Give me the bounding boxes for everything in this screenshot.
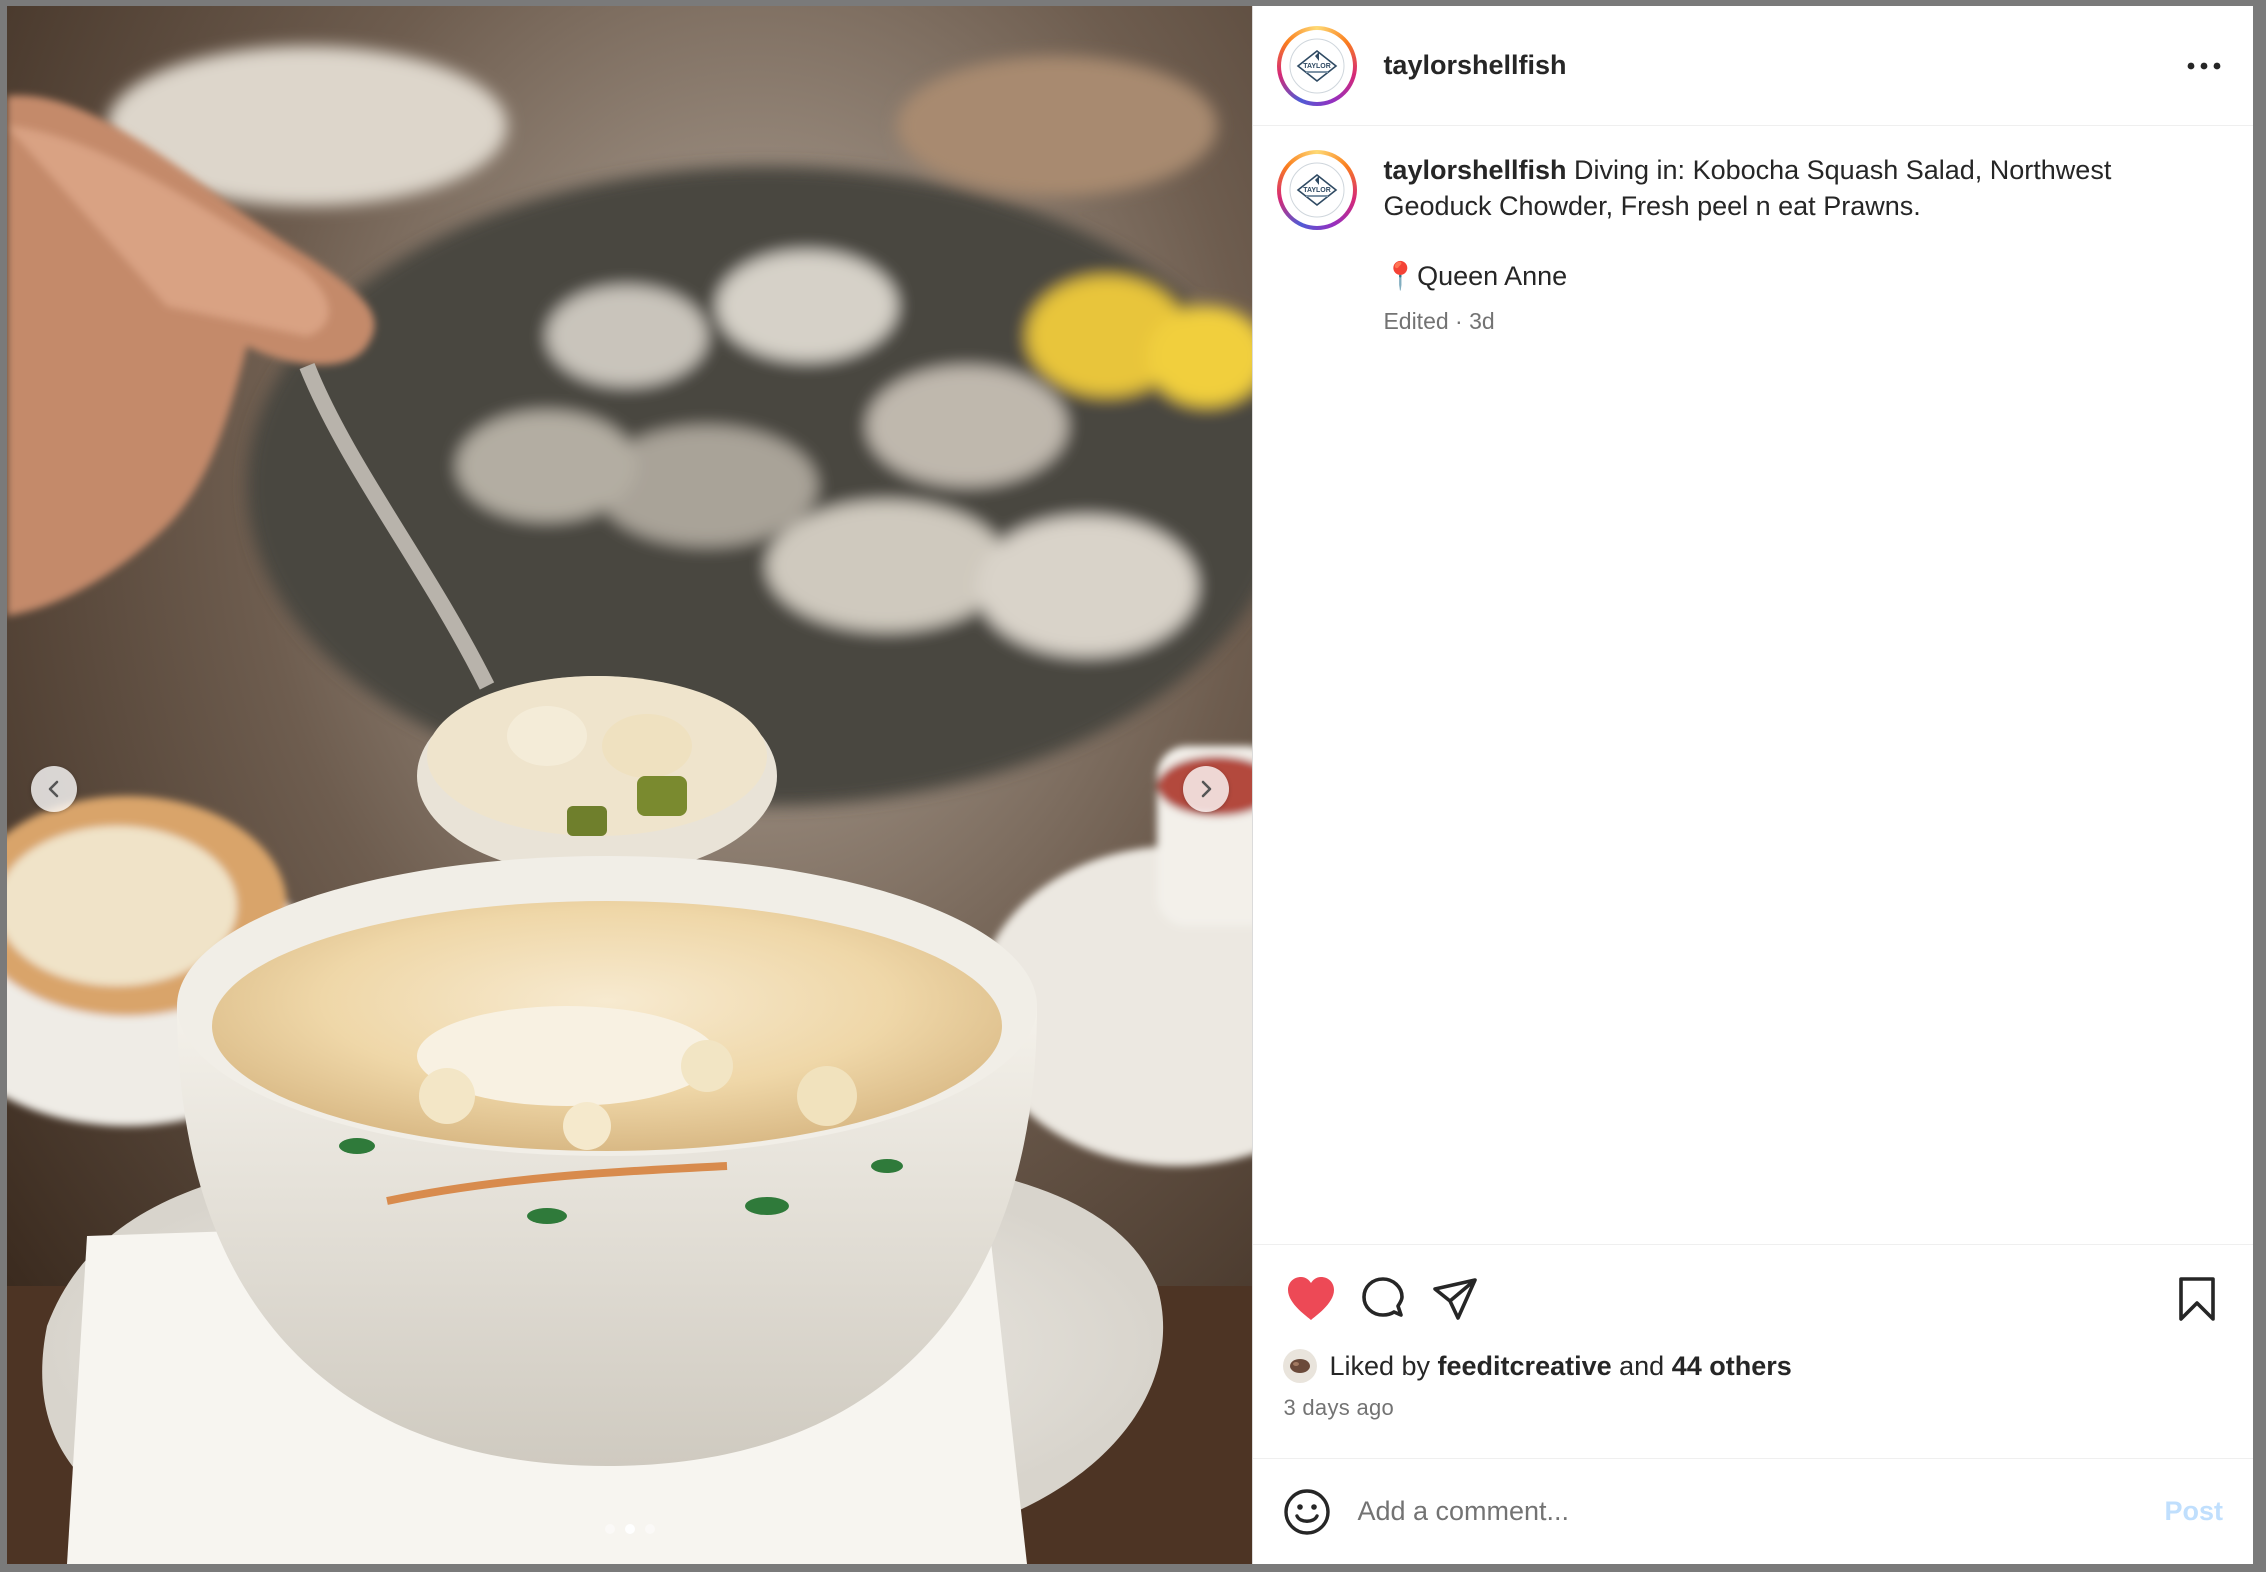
caption-section: TAYLOR taylorshellfish Diving in: Koboch… (1253, 126, 2253, 1244)
more-horizontal-icon (2187, 62, 2221, 69)
more-options-button[interactable] (2179, 41, 2229, 91)
taylor-shellfish-logo: TAYLOR (1289, 162, 1345, 218)
post-photo-chowder (7, 6, 1253, 1564)
share-button[interactable] (1427, 1271, 1483, 1327)
chevron-left-icon (48, 780, 59, 798)
liked-by-prefix: Liked by (1329, 1350, 1431, 1381)
post-dialog: TAYLOR taylorshellfish TAYLOR taylorshel… (7, 6, 2253, 1564)
location-name: Queen Anne (1417, 260, 1568, 291)
post-header: TAYLOR taylorshellfish (1253, 6, 2253, 126)
next-image-button[interactable] (1183, 766, 1229, 812)
emoji-button[interactable] (1283, 1488, 1331, 1536)
taylor-shellfish-logo: TAYLOR (1289, 38, 1345, 93)
actions-section: Liked by feeditcreative and 44 others 3 … (1253, 1244, 2253, 1458)
post-timestamp: 3 days ago (1283, 1395, 1395, 1420)
svg-text:TAYLOR: TAYLOR (1304, 63, 1332, 70)
carousel-dot (645, 1524, 655, 1534)
comment-button[interactable] (1355, 1271, 1411, 1327)
bookmark-icon (2179, 1277, 2215, 1321)
location-pin-icon: 📍 (1383, 261, 1418, 291)
liked-by-user[interactable]: feeditcreative (1438, 1351, 1612, 1382)
post-details-panel: TAYLOR taylorshellfish TAYLOR taylorshel… (1252, 6, 2253, 1564)
liked-by-and: and (1619, 1350, 1665, 1381)
comment-bubble-icon (1362, 1277, 1405, 1317)
caption-username[interactable]: taylorshellfish (1383, 155, 1566, 185)
caption-text: taylorshellfish Diving in: Kobocha Squas… (1383, 152, 2223, 224)
avatar[interactable]: TAYLOR (1277, 25, 1358, 106)
edited-timestamp: Edited · 3d (1383, 308, 1495, 334)
comment-input[interactable] (1355, 1495, 2165, 1528)
liker-avatar-icon (1290, 1359, 1311, 1373)
post-comment-button[interactable]: Post (2164, 1496, 2223, 1527)
liker-avatar[interactable] (1283, 1349, 1318, 1383)
post-image-carousel[interactable] (7, 6, 1253, 1564)
save-button[interactable] (2169, 1271, 2225, 1327)
heart-filled-icon (1288, 1277, 1335, 1320)
like-button[interactable] (1283, 1271, 1339, 1327)
comment-composer: Post (1253, 1458, 2253, 1564)
previous-image-button[interactable] (31, 766, 77, 812)
carousel-dot (605, 1524, 615, 1534)
svg-text:TAYLOR: TAYLOR (1304, 187, 1332, 194)
paper-plane-icon (1433, 1278, 1478, 1320)
carousel-dot-active (625, 1524, 635, 1534)
chevron-right-icon (1201, 780, 1212, 798)
caption-location: 📍 Queen Anne (1383, 260, 2223, 292)
smiley-icon (1284, 1488, 1331, 1535)
liked-by-others[interactable]: 44 others (1672, 1351, 1792, 1382)
action-bar (1283, 1271, 2225, 1327)
caption-avatar[interactable]: TAYLOR (1277, 150, 1358, 230)
header-username[interactable]: taylorshellfish (1383, 50, 1566, 81)
likes-summary: Liked by feeditcreative and 44 others (1283, 1349, 2225, 1383)
carousel-indicator (605, 1524, 655, 1534)
